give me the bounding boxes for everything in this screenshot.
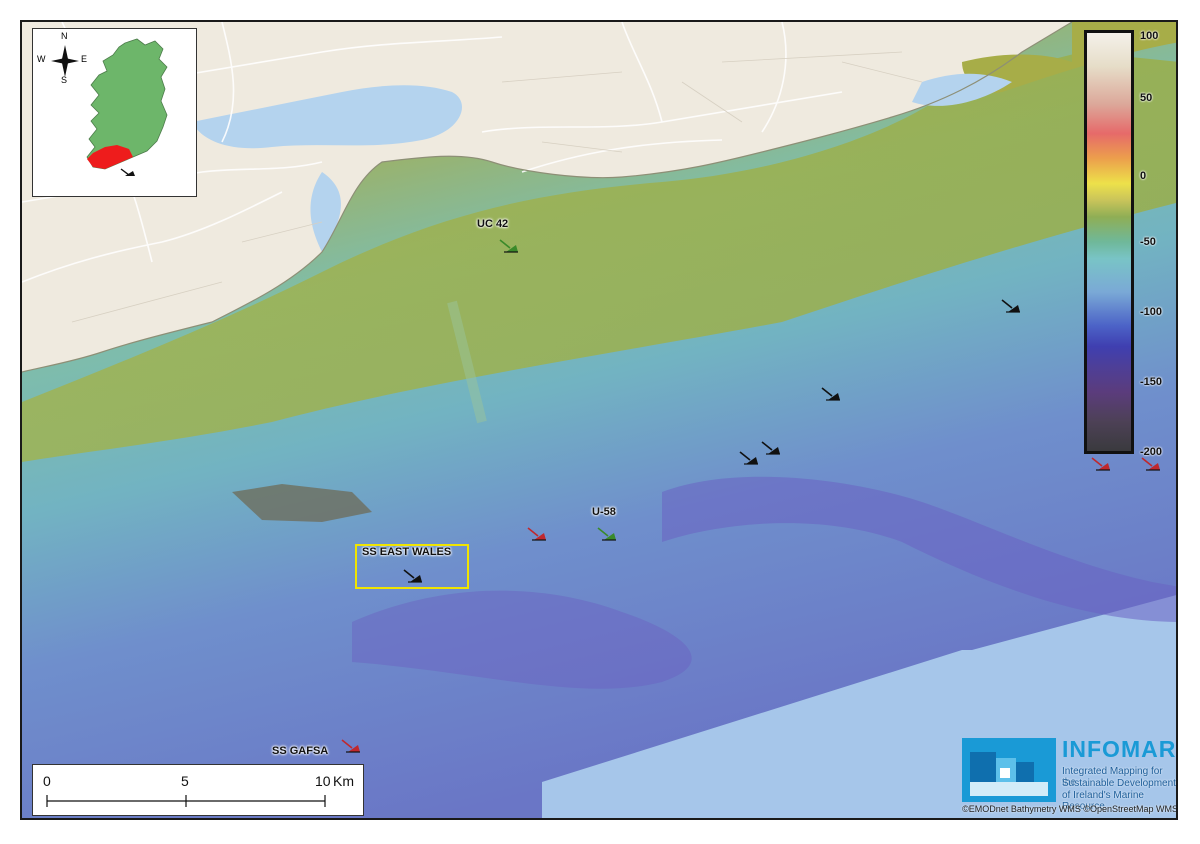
wreck-icon[interactable] <box>738 450 760 466</box>
infomar-logo-mark <box>962 738 1056 802</box>
wreck-icon[interactable] <box>596 526 618 542</box>
wreck-icon[interactable] <box>526 526 548 542</box>
logo-tagline-2: Sustainable Development <box>1062 778 1176 789</box>
wreck-icon[interactable] <box>498 238 520 254</box>
legend-tick: 50 <box>1140 92 1153 104</box>
wreck-icon[interactable] <box>340 738 362 754</box>
compass-east-label: E <box>81 54 88 64</box>
scale-unit: Km <box>333 773 354 789</box>
wreck-icon[interactable] <box>760 440 782 456</box>
map-frame[interactable]: UC 42 U-58 SS EAST WALES SS GAFSA N S E … <box>20 20 1178 820</box>
logo-title: INFOMAR <box>1062 736 1177 762</box>
legend-tick: 0 <box>1140 170 1147 182</box>
legend-tick: -50 <box>1140 236 1156 248</box>
wreck-label-u58: U-58 <box>592 506 616 518</box>
legend-tick: -100 <box>1140 306 1163 318</box>
wreck-icon[interactable] <box>402 568 424 584</box>
scale-label-0: 0 <box>43 773 51 789</box>
compass-south-label: S <box>61 75 68 85</box>
legend-tick: 100 <box>1140 30 1159 42</box>
scale-label-5: 5 <box>181 773 189 789</box>
wreck-label-ss-gafsa: SS GAFSA <box>272 745 329 757</box>
scale-ruler <box>46 795 326 807</box>
legend-tick: -200 <box>1140 446 1163 458</box>
overview-inset-map: N S E W <box>32 28 197 197</box>
legend-tick: -150 <box>1140 376 1163 388</box>
wreck-icon[interactable] <box>820 386 842 402</box>
wreck-label-uc42: UC 42 <box>477 218 509 230</box>
compass-north-label: N <box>61 31 68 41</box>
depth-legend: 100 50 0 -50 -100 -150 -200 <box>1084 30 1164 460</box>
scale-label-10: 10 <box>315 773 331 789</box>
depth-color-ramp <box>1084 30 1134 454</box>
scale-bar: 0 5 10 Km <box>32 764 364 816</box>
compass-west-label: W <box>37 54 46 64</box>
wreck-icon[interactable] <box>1000 298 1022 314</box>
map-attribution: ©EMODnet Bathymetry WMS ©OpenStreetMap W… <box>962 804 1178 814</box>
infomar-logo: INFOMAR Integrated Mapping for the Susta… <box>962 736 1178 818</box>
